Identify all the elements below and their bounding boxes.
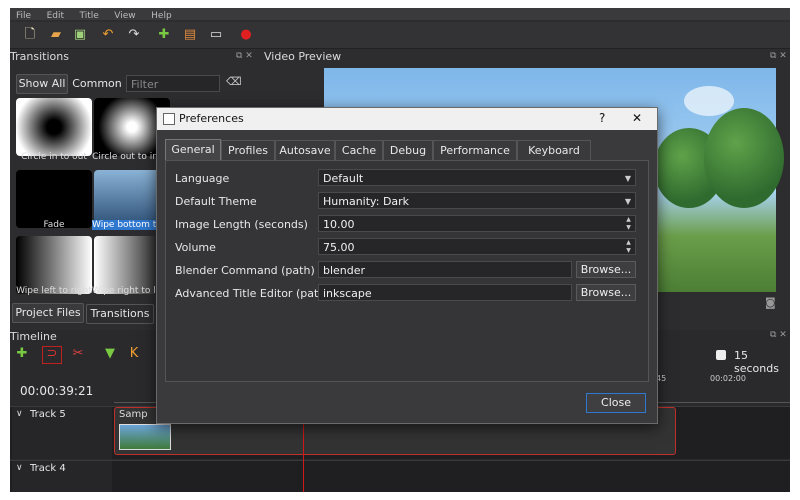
- tree-shape: [704, 108, 784, 208]
- track-row: ∨ Track 4: [10, 460, 790, 492]
- fullscreen-icon[interactable]: ▭: [208, 27, 224, 43]
- language-label: Language: [175, 172, 230, 185]
- openshot-window: File Edit Title View Help 🗋 ▰ ▣ ↶ ↷ ✚ ▤ …: [10, 8, 790, 492]
- tab-project-files[interactable]: Project Files: [12, 303, 84, 323]
- import-files-icon[interactable]: ✚: [156, 27, 172, 43]
- menu-bar: File Edit Title View Help: [10, 8, 790, 21]
- track-header[interactable]: ∨ Track 5: [12, 407, 112, 459]
- snap-magnet-icon[interactable]: ⊃: [42, 346, 62, 364]
- clip-thumbnail: [119, 424, 171, 450]
- blender-path-input[interactable]: blender: [318, 261, 572, 278]
- tab-autosave[interactable]: Autosave: [275, 140, 335, 160]
- general-settings-pane: Language Default ▼ Default Theme Humanit…: [165, 160, 649, 382]
- cloud-shape: [684, 86, 734, 116]
- add-marker-icon[interactable]: ▼: [102, 346, 118, 362]
- save-project-icon[interactable]: ▣: [72, 27, 88, 43]
- new-project-icon[interactable]: 🗋: [22, 27, 38, 43]
- dock-float-icon[interactable]: ⧉ ✕: [770, 330, 787, 340]
- spin-arrows-icon[interactable]: ▲ ▼: [624, 239, 633, 255]
- volume-value: 75.00: [323, 241, 355, 254]
- dialog-titlebar: Preferences ? ✕: [157, 108, 657, 130]
- menu-view[interactable]: View: [114, 11, 135, 21]
- transition-label-selected: Wipe bottom to top: [92, 220, 158, 230]
- menu-title[interactable]: Title: [80, 11, 99, 21]
- clip-label: Samp: [119, 409, 148, 420]
- chevron-down-icon: ▼: [624, 174, 631, 183]
- title-editor-browse-button[interactable]: Browse...: [576, 284, 636, 301]
- tab-debug[interactable]: Debug: [383, 140, 433, 160]
- dialog-title: Preferences: [179, 112, 244, 125]
- transition-label: Fade: [43, 220, 65, 230]
- theme-value: Humanity: Dark: [323, 195, 410, 208]
- transition-label: Circle in to out: [21, 152, 87, 162]
- video-preview-title: Video Preview: [264, 50, 342, 63]
- zoom-slider-handle[interactable]: [716, 350, 726, 360]
- tab-transitions[interactable]: Transitions: [86, 304, 154, 324]
- tab-general[interactable]: General: [165, 139, 221, 161]
- language-combo[interactable]: Default ▼: [318, 169, 636, 186]
- menu-help[interactable]: Help: [151, 11, 172, 21]
- image-length-label: Image Length (seconds): [175, 218, 308, 231]
- transition-label: Wipe left to right: [16, 286, 92, 296]
- preferences-dialog: Preferences ? ✕ General Profiles Autosav…: [156, 107, 658, 424]
- volume-spinbox[interactable]: 75.00 ▲ ▼: [318, 238, 636, 255]
- show-all-button[interactable]: Show All: [16, 74, 68, 94]
- tab-cache[interactable]: Cache: [335, 140, 383, 160]
- redo-icon[interactable]: ↷: [126, 27, 142, 43]
- image-length-value: 10.00: [323, 218, 355, 231]
- razor-icon[interactable]: ✂: [70, 346, 86, 362]
- tab-performance[interactable]: Performance: [433, 140, 517, 160]
- volume-label: Volume: [175, 241, 216, 254]
- title-editor-path-input[interactable]: inkscape: [318, 284, 572, 301]
- close-window-button[interactable]: ✕: [632, 111, 642, 125]
- spin-arrows-icon[interactable]: ▲ ▼: [624, 216, 633, 232]
- language-value: Default: [323, 172, 364, 185]
- image-length-spinbox[interactable]: 10.00 ▲ ▼: [318, 215, 636, 232]
- transitions-panel-title: Transitions: [10, 50, 69, 63]
- choose-profile-icon[interactable]: ▤: [182, 27, 198, 43]
- blender-label: Blender Command (path): [175, 264, 315, 277]
- open-project-icon[interactable]: ▰: [48, 27, 64, 43]
- menu-file[interactable]: File: [16, 11, 31, 21]
- add-track-icon[interactable]: ✚: [14, 346, 30, 362]
- theme-combo[interactable]: Humanity: Dark ▼: [318, 192, 636, 209]
- timeline-title: Timeline: [10, 330, 57, 343]
- track-name: Track 5: [30, 409, 66, 420]
- record-icon[interactable]: ●: [238, 27, 254, 43]
- timecode-display: 00:00:39:21: [20, 384, 94, 398]
- transition-thumb-circle-in[interactable]: [16, 98, 92, 156]
- common-button[interactable]: Common: [68, 74, 126, 94]
- main-toolbar: 🗋 ▰ ▣ ↶ ↷ ✚ ▤ ▭ ●: [10, 22, 790, 49]
- chevron-down-icon: ▼: [624, 197, 631, 206]
- track-name: Track 4: [30, 463, 66, 474]
- blender-browse-button[interactable]: Browse...: [576, 261, 636, 278]
- zoom-label: 15 seconds: [734, 349, 779, 375]
- transitions-filter-input[interactable]: Filter: [126, 75, 220, 92]
- tab-profiles[interactable]: Profiles: [221, 140, 275, 160]
- track-header[interactable]: ∨ Track 4: [12, 461, 112, 492]
- dialog-app-icon: [163, 113, 175, 125]
- undo-icon[interactable]: ↶: [100, 27, 116, 43]
- transition-label: Wipe right to left: [92, 286, 158, 296]
- title-editor-label: Advanced Title Editor (path): [175, 287, 330, 300]
- help-button[interactable]: ?: [599, 111, 605, 125]
- theme-label: Default Theme: [175, 195, 257, 208]
- tab-keyboard[interactable]: Keyboard: [517, 140, 591, 160]
- clear-filter-icon[interactable]: ⌫: [226, 75, 242, 88]
- transition-label: Circle out to in: [92, 152, 158, 162]
- dock-float-icon[interactable]: ⧉ ✕: [236, 51, 253, 61]
- close-button[interactable]: Close: [586, 393, 646, 413]
- camera-icon[interactable]: ◙: [765, 296, 776, 309]
- previous-marker-icon[interactable]: K: [126, 346, 142, 362]
- menu-edit[interactable]: Edit: [47, 11, 64, 21]
- dock-float-icon[interactable]: ⧉ ✕: [770, 51, 787, 61]
